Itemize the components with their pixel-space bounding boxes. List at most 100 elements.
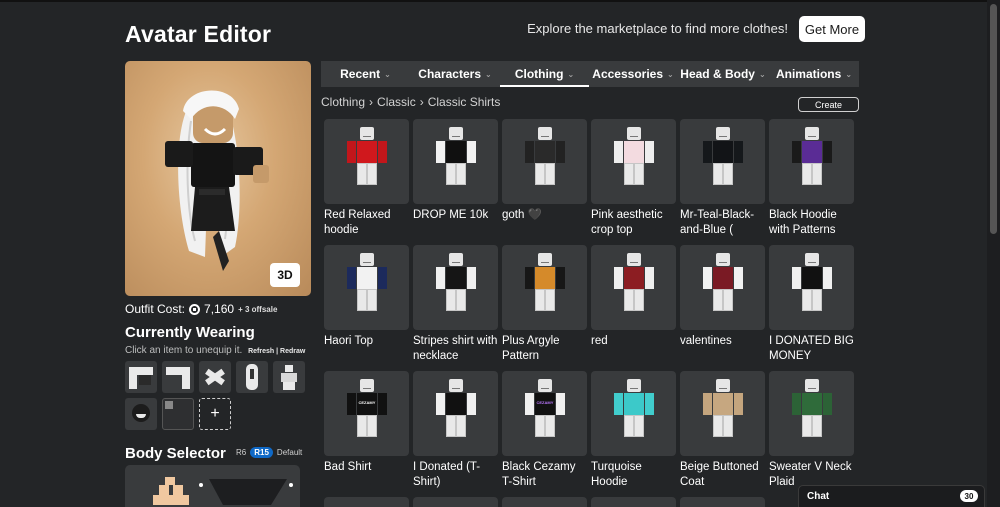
item-thumbnail[interactable]: [680, 245, 765, 330]
item-name[interactable]: Black Cezamy T-Shirt: [502, 460, 587, 492]
create-button[interactable]: Create: [798, 97, 859, 112]
shirt-preview-figure: [435, 253, 476, 323]
r6-tag[interactable]: R6: [236, 448, 246, 457]
item-name[interactable]: I Donated (T-Shirt): [413, 460, 498, 492]
item-card[interactable]: Red Relaxed hoodie: [324, 119, 409, 245]
item-thumbnail[interactable]: [413, 245, 498, 330]
item-thumbnail[interactable]: [680, 371, 765, 456]
item-card[interactable]: Pink aesthetic crop top: [591, 119, 676, 245]
item-thumbnail[interactable]: CEZAMY: [502, 371, 587, 456]
item-card-partial[interactable]: [680, 497, 765, 507]
worn-item-hair-left[interactable]: [125, 361, 157, 393]
item-card-partial[interactable]: [502, 497, 587, 507]
scrollbar-thumb[interactable]: [990, 4, 997, 234]
item-thumbnail[interactable]: [680, 119, 765, 204]
item-name[interactable]: red: [591, 334, 676, 366]
body-type-tags: R6 R15 Default: [236, 447, 302, 458]
item-card-partial[interactable]: [324, 497, 409, 507]
page-title: Avatar Editor: [125, 21, 272, 47]
item-thumbnail[interactable]: [502, 245, 587, 330]
tab-characters[interactable]: Characters ⌄: [410, 61, 500, 87]
item-thumbnail[interactable]: CEZAMY: [324, 371, 409, 456]
item-thumbnail[interactable]: [413, 119, 498, 204]
add-item-button[interactable]: +: [199, 398, 231, 430]
item-name[interactable]: goth 🖤: [502, 208, 587, 240]
avatar-preview[interactable]: 3D: [125, 61, 311, 296]
item-thumbnail[interactable]: [769, 119, 854, 204]
item-name[interactable]: valentines: [680, 334, 765, 366]
item-name[interactable]: Beige Buttoned Coat: [680, 460, 765, 492]
worn-item-face[interactable]: [125, 398, 157, 430]
item-thumbnail[interactable]: [591, 371, 676, 456]
item-thumbnail[interactable]: [324, 119, 409, 204]
item-card[interactable]: Mr-Teal-Black-and-Blue (: [680, 119, 765, 245]
item-card[interactable]: DROP ME 10k: [413, 119, 498, 245]
worn-item-shirt[interactable]: [273, 361, 305, 393]
item-name[interactable]: Haori Top: [324, 334, 409, 366]
body-selector-panel[interactable]: [125, 465, 300, 507]
worn-item-missing-image[interactable]: [162, 398, 194, 430]
item-name[interactable]: Stripes shirt with necklace: [413, 334, 498, 366]
tab-label: Accessories: [592, 67, 663, 81]
item-card[interactable]: Haori Top: [324, 245, 409, 371]
shirt-preview-figure: [791, 379, 832, 449]
item-card[interactable]: CEZAMY Bad Shirt: [324, 371, 409, 497]
item-name[interactable]: Bad Shirt: [324, 460, 409, 492]
item-card[interactable]: CEZAMY Black Cezamy T-Shirt: [502, 371, 587, 497]
item-thumbnail[interactable]: [591, 245, 676, 330]
redraw-link[interactable]: Redraw: [280, 348, 305, 355]
item-name[interactable]: Mr-Teal-Black-and-Blue (: [680, 208, 765, 240]
item-name[interactable]: DROP ME 10k: [413, 208, 498, 240]
item-name[interactable]: Red Relaxed hoodie: [324, 208, 409, 240]
toggle-3d-button[interactable]: 3D: [270, 263, 300, 287]
worn-item-hair-right[interactable]: [162, 361, 194, 393]
breadcrumb-clothing[interactable]: Clothing: [321, 95, 365, 109]
breadcrumb-classic[interactable]: Classic: [377, 95, 416, 109]
item-thumbnail[interactable]: [502, 119, 587, 204]
item-thumbnail[interactable]: [591, 119, 676, 204]
shirt-print-text: CEZAMY: [358, 400, 376, 405]
item-thumbnail[interactable]: [413, 371, 498, 456]
shirt-preview-figure: [702, 379, 743, 449]
promo-text: Explore the marketplace to find more clo…: [527, 21, 788, 36]
outfit-cost: Outfit Cost: 7,160 + 3 offsale: [125, 302, 277, 316]
breadcrumb-separator-icon: ›: [419, 95, 424, 109]
breadcrumb: Clothing › Classic › Classic Shirts: [321, 95, 500, 109]
page-scrollbar[interactable]: [987, 0, 1000, 507]
item-card[interactable]: Stripes shirt with necklace: [413, 245, 498, 371]
item-card[interactable]: I DONATED BIG MONEY: [769, 245, 854, 371]
chat-bar[interactable]: Chat 30: [798, 485, 985, 507]
item-card-partial[interactable]: [413, 497, 498, 507]
item-card[interactable]: Beige Buttoned Coat: [680, 371, 765, 497]
tab-clothing[interactable]: Clothing ⌄: [500, 61, 589, 87]
currently-wearing-title: Currently Wearing: [125, 324, 255, 341]
item-name[interactable]: Pink aesthetic crop top: [591, 208, 676, 240]
item-card[interactable]: red: [591, 245, 676, 371]
item-card[interactable]: Turquoise Hoodie: [591, 371, 676, 497]
tab-accessories[interactable]: Accessories ⌄: [589, 61, 677, 87]
tab-animations[interactable]: Animations ⌄: [769, 61, 859, 87]
item-name[interactable]: Turquoise Hoodie: [591, 460, 676, 492]
get-more-button[interactable]: Get More: [799, 16, 865, 42]
default-tag[interactable]: Default: [277, 448, 302, 457]
item-thumbnail[interactable]: [769, 371, 854, 456]
tab-head-and-body[interactable]: Head & Body ⌄: [677, 61, 769, 87]
worn-item-long-hair[interactable]: [236, 361, 268, 393]
item-card[interactable]: Plus Argyle Pattern: [502, 245, 587, 371]
item-card[interactable]: Sweater V Neck Plaid: [769, 371, 854, 497]
refresh-link[interactable]: Refresh: [248, 348, 274, 355]
r15-tag[interactable]: R15: [250, 447, 273, 458]
tab-recent[interactable]: Recent ⌄: [321, 61, 410, 87]
item-name[interactable]: Plus Argyle Pattern: [502, 334, 587, 366]
item-thumbnail[interactable]: [769, 245, 854, 330]
item-card[interactable]: valentines: [680, 245, 765, 371]
worn-item-bow[interactable]: [199, 361, 231, 393]
item-card[interactable]: I Donated (T-Shirt): [413, 371, 498, 497]
item-card[interactable]: goth 🖤: [502, 119, 587, 245]
item-card-partial[interactable]: [591, 497, 676, 507]
item-thumbnail[interactable]: [324, 245, 409, 330]
shirt-preview-figure: [435, 127, 476, 197]
item-card[interactable]: Black Hoodie with Patterns: [769, 119, 854, 245]
item-name[interactable]: I DONATED BIG MONEY: [769, 334, 854, 366]
item-name[interactable]: Black Hoodie with Patterns: [769, 208, 854, 240]
